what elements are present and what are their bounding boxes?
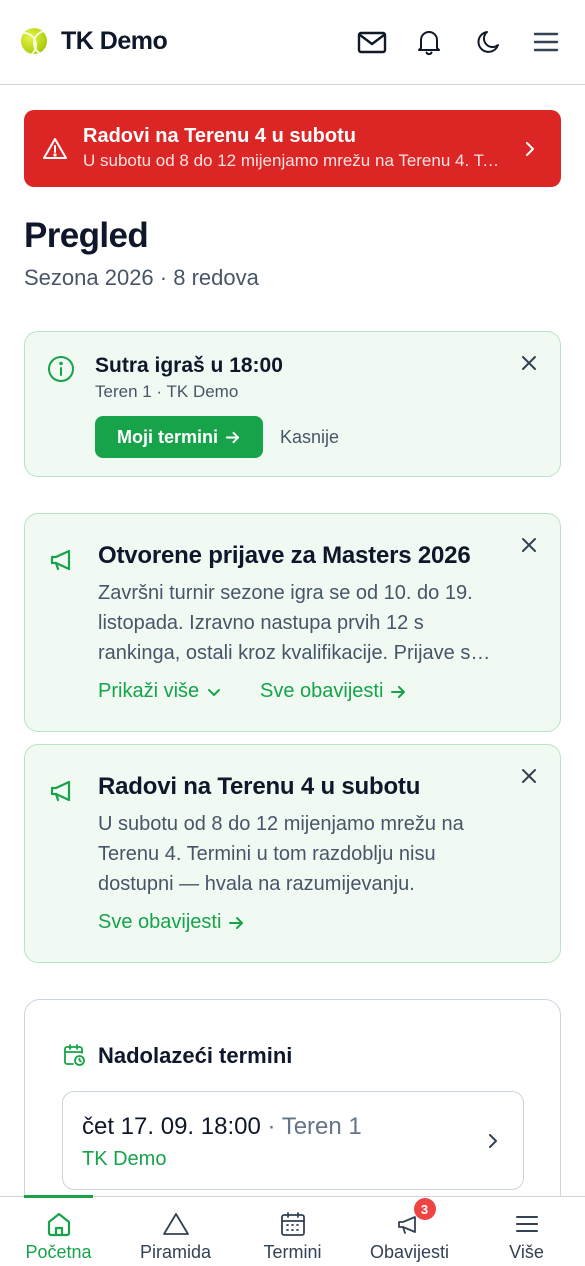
all-announcements-link[interactable]: Sve obavijesti [260, 680, 407, 703]
alert-banner[interactable]: Radovi na Terenu 4 u subotu U subotu od … [24, 110, 561, 187]
slot-club: TK Demo [82, 1148, 167, 1170]
bottom-nav: Početna Piramida Termini 3 Obavijesti Vi… [0, 1195, 585, 1266]
arrow-right-icon [391, 685, 406, 698]
all-announcements-link[interactable]: Sve obavijesti [98, 911, 245, 934]
nav-bookings[interactable]: Termini [234, 1197, 351, 1266]
megaphone-icon [50, 780, 71, 802]
page-title: Pregled [24, 216, 149, 255]
megaphone-icon [50, 549, 71, 571]
my-bookings-label: Moji termini [116, 426, 218, 447]
page-subtitle: Sezona 2026 · 8 redova [24, 265, 259, 290]
menu-icon [513, 1210, 541, 1238]
nav-pyramid[interactable]: Piramida [117, 1197, 234, 1266]
close-icon[interactable] [518, 352, 540, 374]
app-header: TK Demo [0, 0, 585, 85]
slot-datetime: čet 17. 09. 18:00 · Teren 1 [82, 1113, 362, 1141]
all-announcements-label: Sve obavijesti [260, 680, 384, 702]
all-announcements-label: Sve obavijesti [98, 911, 222, 933]
announcement-body: Završni turnir sezone igra se od 10. do … [98, 582, 482, 664]
alert-title: Radovi na Terenu 4 u subotu [83, 125, 356, 147]
announcement-title: Otvorene prijave za Masters 2026 [98, 542, 471, 569]
later-button[interactable]: Kasnije [280, 427, 339, 448]
chevron-right-icon [526, 142, 534, 156]
show-more-label: Prikaži više [98, 680, 200, 702]
chevron-right-icon [489, 1134, 497, 1148]
nav-more[interactable]: Više [468, 1197, 585, 1266]
slot-when: čet 17. 09. 18:00 [82, 1113, 261, 1140]
arrow-right-icon [229, 916, 244, 929]
nav-announcements-label: Obavijesti [369, 1242, 450, 1262]
nav-announcements[interactable]: 3 Obavijesti [351, 1197, 468, 1266]
moon-icon[interactable] [474, 27, 504, 57]
bell-icon[interactable] [414, 27, 444, 57]
nav-home[interactable]: Početna [0, 1197, 117, 1266]
warning-icon [43, 138, 67, 159]
notification-badge: 3 [413, 1198, 436, 1220]
tennis-ball-logo-icon [21, 28, 47, 54]
home-icon [45, 1210, 73, 1238]
booking-slot[interactable]: čet 17. 09. 18:00 · Teren 1 TK Demo [62, 1091, 524, 1190]
calendar-clock-icon [64, 1044, 85, 1066]
chevron-down-icon [208, 688, 221, 696]
reminder-subtitle: Teren 1 · TK Demo [95, 382, 239, 401]
nav-pyramid-label: Piramida [139, 1242, 212, 1262]
reminder-card: Sutra igraš u 18:00 Teren 1 · TK Demo Mo… [24, 331, 561, 477]
arrow-right-icon [225, 431, 240, 443]
mail-icon[interactable] [357, 27, 387, 57]
nav-bookings-label: Termini [263, 1242, 322, 1262]
slot-court: · Teren 1 [260, 1113, 362, 1140]
close-icon[interactable] [518, 765, 540, 787]
triangle-icon [162, 1210, 190, 1238]
announcement-title: Radovi na Terenu 4 u subotu [98, 773, 421, 800]
nav-more-label: Više [509, 1242, 544, 1262]
megaphone-icon: 3 [396, 1198, 436, 1238]
calendar-icon [279, 1210, 307, 1238]
menu-icon[interactable] [531, 27, 561, 57]
announcement-card: Otvorene prijave za Masters 2026 Završni… [24, 513, 561, 732]
alert-text: U subotu od 8 do 12 mijenjamo mrežu na T… [83, 151, 503, 170]
my-bookings-button[interactable]: Moji termini [95, 416, 263, 458]
announcement-body: U subotu od 8 do 12 mijenjamo mrežu na T… [98, 813, 464, 895]
close-icon[interactable] [518, 534, 540, 556]
reminder-title: Sutra igraš u 18:00 [95, 354, 283, 377]
nav-home-label: Početna [25, 1242, 92, 1262]
show-more-link[interactable]: Prikaži više [98, 680, 223, 703]
announcement-card: Radovi na Terenu 4 u subotu U subotu od … [24, 744, 561, 963]
app-title: TK Demo [61, 27, 168, 55]
upcoming-title: Nadolazeći termini [98, 1043, 293, 1068]
info-icon [48, 356, 74, 382]
